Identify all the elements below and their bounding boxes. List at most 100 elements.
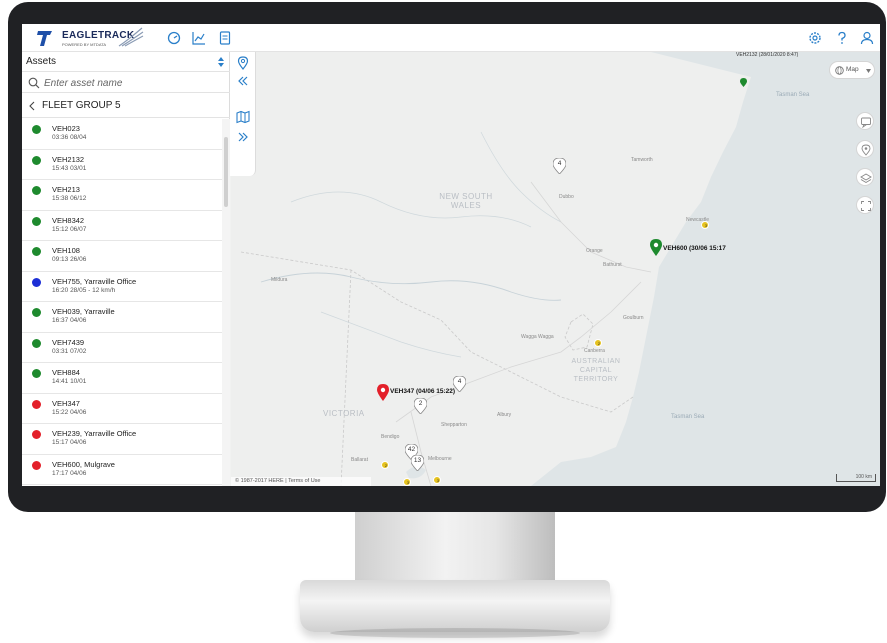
- chart-icon[interactable]: [192, 31, 206, 45]
- layers-button[interactable]: [856, 168, 874, 186]
- stage: EAGLETRACK POWERED BY MTDATA Assets Ente…: [0, 0, 887, 643]
- monitor-base: [300, 580, 610, 632]
- status-dot: [32, 247, 41, 256]
- chat-button[interactable]: [856, 112, 874, 130]
- status-dot: [32, 277, 41, 287]
- map-icon[interactable]: [236, 110, 250, 124]
- telstra-logo-icon: [37, 31, 52, 46]
- top-green-pin[interactable]: [740, 78, 747, 87]
- map-view[interactable]: NEW SOUTH WALES VICTORIA AUSTRALIAN CAPI…: [231, 52, 880, 486]
- cluster-marker[interactable]: 4: [453, 376, 466, 392]
- scrollbar-thumb[interactable]: [224, 137, 228, 207]
- fullscreen-button[interactable]: [856, 196, 874, 214]
- sort-arrows-icon[interactable]: [218, 57, 224, 67]
- eagle-wing-icon: [118, 27, 144, 47]
- map-attribution[interactable]: © 1987-2017 HERE | Terms of Use: [231, 477, 371, 486]
- place-label: Tamworth: [631, 157, 653, 163]
- yellow-cluster-marker[interactable]: 2: [594, 339, 602, 347]
- map-base: [240, 52, 880, 486]
- user-icon[interactable]: [860, 31, 874, 45]
- asset-time: 09:13 26/06: [52, 256, 87, 263]
- chat-icon: [861, 117, 871, 128]
- yellow-cluster-marker[interactable]: 3: [433, 476, 441, 484]
- yellow-cluster-marker[interactable]: 2: [381, 461, 389, 469]
- asset-search: [22, 73, 230, 93]
- search-input[interactable]: [44, 75, 224, 91]
- list-item[interactable]: VEH7439 03:31 07/02: [22, 333, 222, 363]
- list-item[interactable]: VEH2132 15:43 03/01: [22, 150, 222, 180]
- list-item[interactable]: VEH213 15:38 06/12: [22, 180, 222, 211]
- chevron-left-icon[interactable]: [29, 101, 35, 111]
- asset-time: 03:36 08/04: [52, 134, 87, 141]
- assets-sidebar: Assets FLEET GROUP 5 VE: [22, 52, 230, 486]
- asset-time: 15:43 03/01: [52, 164, 87, 172]
- asset-name: VEH213: [52, 185, 80, 194]
- place-label: Bathurst: [603, 262, 622, 268]
- help-icon[interactable]: [835, 31, 849, 45]
- list-item[interactable]: VEH239, Yarraville Office 15:17 04/06: [22, 424, 222, 455]
- list-item[interactable]: VEH347 15:22 04/06: [22, 394, 222, 424]
- status-dot: [32, 338, 41, 348]
- cluster-marker[interactable]: 4: [553, 158, 566, 174]
- location-pin-icon[interactable]: [236, 56, 250, 70]
- place-label: Wagga Wagga: [521, 334, 554, 340]
- place-label: Shepparton: [441, 422, 467, 428]
- place-label: Goulburn: [623, 315, 644, 321]
- place-label: Dubbo: [559, 194, 574, 200]
- asset-time: 15:38 06/12: [52, 195, 87, 202]
- asset-time: 16:37 04/06: [52, 317, 87, 324]
- asset-name: VEH108: [52, 246, 80, 255]
- globe-icon: [835, 66, 844, 75]
- yellow-cluster-marker[interactable]: 3: [403, 478, 411, 486]
- asset-time: 15:12 06/07: [52, 225, 87, 233]
- yellow-cluster-marker[interactable]: 3: [701, 221, 709, 229]
- expand-right-icon[interactable]: [236, 130, 250, 144]
- status-dot: [32, 399, 41, 409]
- asset-name: VEH023: [52, 124, 80, 133]
- status-dot: [32, 460, 41, 470]
- monitor-base-shadow: [330, 628, 580, 638]
- list-item[interactable]: VEH884 14:41 10/01: [22, 363, 222, 394]
- place-label: Albury: [497, 412, 512, 418]
- asset-time: 16:20 28/05 - 12 km/h: [52, 286, 116, 294]
- settings-icon[interactable]: [808, 31, 822, 45]
- asset-name: VEH239, Yarraville Office: [52, 429, 137, 438]
- green-vehicle-pin[interactable]: [650, 239, 662, 256]
- list-item[interactable]: VEH108 09:13 26/06: [22, 241, 222, 272]
- asset-name: VEH2132: [52, 154, 85, 164]
- assets-title: Assets: [26, 56, 57, 67]
- collapse-left-icon[interactable]: [236, 74, 250, 88]
- list-item[interactable]: VEH755, Yarraville Office 16:20 28/05 - 1…: [22, 272, 222, 302]
- list-scrollbar[interactable]: [222, 119, 230, 486]
- cluster-marker[interactable]: 2: [414, 398, 427, 414]
- list-item[interactable]: VEH023 03:36 08/04: [22, 119, 222, 150]
- status-dot: [32, 155, 41, 165]
- sea-label-tasman-south: Tasman Sea: [671, 414, 705, 420]
- asset-name: VEH7439: [52, 337, 85, 347]
- list-item[interactable]: VEH039, Yarraville 16:37 04/06: [22, 302, 222, 333]
- location-button[interactable]: [856, 140, 874, 158]
- red-pin-label: VEH347 (04/06 15:22): [390, 388, 456, 395]
- app-screen: EAGLETRACK POWERED BY MTDATA Assets Ente…: [22, 24, 880, 486]
- cluster-marker[interactable]: 13: [411, 455, 424, 471]
- asset-name: VEH039, Yarraville: [52, 307, 115, 316]
- report-icon[interactable]: [218, 31, 232, 45]
- chevron-down-icon: [866, 69, 871, 73]
- fleet-group-row[interactable]: FLEET GROUP 5: [22, 94, 230, 118]
- list-item[interactable]: VEH8342 15:12 06/07: [22, 211, 222, 241]
- assets-header[interactable]: Assets: [22, 52, 230, 72]
- place-label: Bendigo: [381, 434, 400, 440]
- red-vehicle-pin[interactable]: [377, 384, 389, 401]
- asset-name: VEH755, Yarraville Office: [52, 276, 137, 286]
- asset-time: 17:17 04/06: [52, 469, 87, 477]
- list-item[interactable]: VEH600, Mulgrave 17:17 04/06: [22, 455, 222, 485]
- map-scale: 100 km: [836, 474, 876, 482]
- status-dot: [32, 125, 41, 134]
- layers-icon: [860, 173, 872, 184]
- dashboard-icon[interactable]: [167, 31, 181, 45]
- top-pin-label: VEH2132 (28/01/2020 8:47): [736, 52, 799, 58]
- map-type-selector[interactable]: Map: [829, 61, 875, 79]
- status-dot: [32, 216, 41, 226]
- place-label: Mildura: [271, 277, 288, 283]
- status-dot: [32, 430, 41, 439]
